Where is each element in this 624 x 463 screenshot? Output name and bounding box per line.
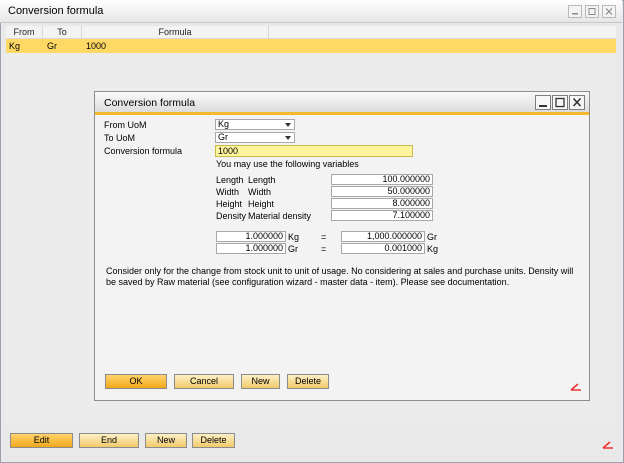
dialog-maximize-button[interactable]	[552, 95, 568, 110]
conversion-right-value[interactable]: 0.001000	[341, 243, 425, 254]
equals-sign: =	[321, 244, 327, 254]
variable-name: Width	[216, 187, 240, 197]
variable-desc: Material density	[248, 211, 312, 221]
new-button[interactable]: New	[241, 374, 280, 389]
length-value-field[interactable]: 100.000000	[331, 174, 433, 185]
variable-name: Density	[216, 211, 247, 221]
variable-desc: Width	[248, 187, 272, 197]
conversion-formula-input[interactable]: 1000	[215, 145, 413, 157]
cell-from[interactable]: Kg	[9, 39, 20, 53]
outer-delete-button[interactable]: Delete	[192, 433, 235, 448]
width-value-field[interactable]: 50.000000	[331, 186, 433, 197]
variable-name: Height	[216, 199, 243, 209]
to-uom-label: To UoM	[104, 133, 136, 143]
chevron-down-icon	[285, 136, 291, 140]
minimize-button[interactable]	[568, 5, 582, 18]
column-header-formula[interactable]: Formula	[82, 26, 269, 38]
chevron-down-icon	[285, 123, 291, 127]
window-title: Conversion formula	[8, 5, 104, 17]
equals-sign: =	[321, 232, 327, 242]
resize-grip-icon[interactable]	[570, 383, 582, 391]
density-value-field[interactable]: 7.100000	[331, 210, 433, 221]
variable-desc: Length	[248, 175, 276, 185]
cell-to[interactable]: Gr	[47, 39, 57, 53]
end-button[interactable]: End	[79, 433, 139, 448]
delete-button[interactable]: Delete	[287, 374, 329, 389]
height-value-field[interactable]: 8.000000	[331, 198, 433, 209]
maximize-button[interactable]	[585, 5, 599, 18]
conversion-formula-label: Conversion formula	[104, 146, 183, 156]
conversion-right-unit: Kg	[427, 244, 439, 254]
variable-name: Length	[216, 175, 244, 185]
cell-formula[interactable]: 1000	[86, 39, 106, 53]
to-uom-select[interactable]: Gr	[215, 132, 295, 143]
documentation-note: Consider only for the change from stock …	[106, 266, 574, 287]
maximize-icon	[588, 8, 596, 15]
conversion-right-unit: Gr	[427, 232, 437, 242]
from-uom-select[interactable]: Kg	[215, 119, 295, 130]
maximize-icon	[555, 97, 565, 108]
outer-new-button[interactable]: New	[145, 433, 187, 448]
close-button[interactable]	[602, 5, 616, 18]
dialog-title: Conversion formula	[104, 97, 196, 109]
from-uom-value: Kg	[218, 119, 230, 129]
column-header-to[interactable]: To	[43, 26, 82, 38]
ok-button[interactable]: OK	[105, 374, 167, 389]
column-header-from[interactable]: From	[6, 26, 43, 38]
variables-hint: You may use the following variables	[216, 159, 359, 169]
variable-desc: Height	[248, 199, 275, 209]
from-uom-label: From UoM	[104, 120, 147, 130]
conversion-right-value[interactable]: 1,000.000000	[341, 231, 425, 242]
cancel-button[interactable]: Cancel	[174, 374, 234, 389]
edit-button[interactable]: Edit	[10, 433, 73, 448]
close-icon	[572, 97, 582, 107]
to-uom-value: Gr	[218, 132, 228, 142]
conversion-left-unit: Gr	[288, 244, 298, 254]
minimize-icon	[539, 105, 547, 107]
close-icon	[605, 8, 613, 15]
conversion-left-value[interactable]: 1.000000	[216, 243, 286, 254]
dialog-minimize-button[interactable]	[535, 95, 551, 110]
dialog-close-button[interactable]	[569, 95, 585, 110]
resize-grip-icon[interactable]	[602, 441, 614, 449]
dialog-accent-strip	[95, 112, 589, 115]
minimize-icon	[572, 13, 578, 15]
conversion-left-value[interactable]: 1.000000	[216, 231, 286, 242]
conversion-left-unit: Kg	[288, 232, 300, 242]
